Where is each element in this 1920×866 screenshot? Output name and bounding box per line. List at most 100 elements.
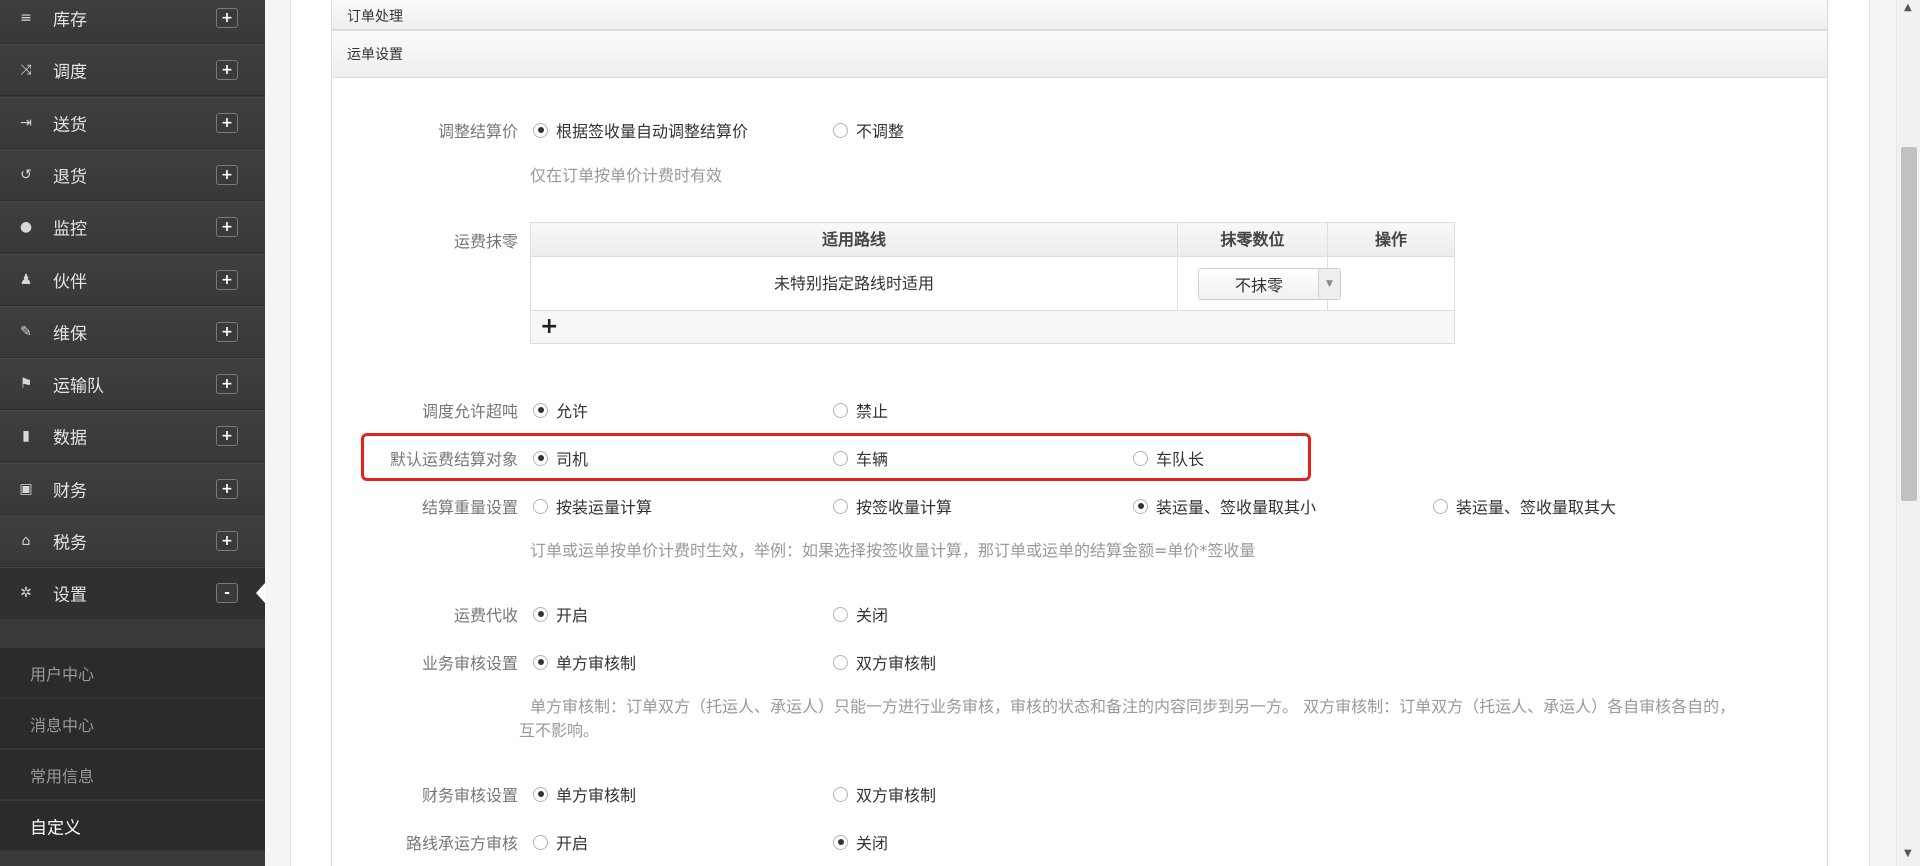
adjust-price-none-radio[interactable]: 不调整 (833, 118, 904, 142)
sidebar: ≡ 库存 + ⤨ 调度 + ⇥ 送货 + ↺ 退货 + ● 监控 + ♟ 伙伴 + ✎ 维保 + ⚑ 运输队 + ▮ 数据 + ▣ 财务… (0, 0, 265, 866)
weight-min-radio[interactable]: 装运量、签收量取其小 (1133, 494, 1316, 518)
sidebar-item-label: 税务 (53, 533, 87, 554)
settle-weight-hint: 订单或运单按单价计费时生效，举例：如果选择按签收量计算，那订单或运单的结算金额=… (530, 541, 1256, 560)
collect-off-radio[interactable]: 关闭 (833, 602, 888, 626)
expand-button[interactable]: + (216, 60, 238, 80)
settle-weight-label: 结算重量设置 (421, 498, 518, 517)
sidebar-item[interactable]: ✎ 维保 + (0, 306, 265, 358)
sidebar-item[interactable]: ● 监控 + (0, 201, 265, 253)
table-cell-route: 未特别指定路线时适用 (531, 257, 1178, 311)
route-carrier-audit-label: 路线承运方审核 (405, 834, 518, 853)
zero-digit-select[interactable]: 不抹零 ▼ (1198, 268, 1341, 300)
scrollbar-thumb[interactable] (1901, 147, 1917, 501)
chevron-down-icon: ▼ (1318, 269, 1340, 299)
section-title: 运单设置 (347, 47, 403, 63)
freight-zero-label: 运费抹零 (453, 232, 518, 251)
adjust-price-hint: 仅在订单按单价计费时有效 (530, 166, 723, 185)
sidebar-item-label: 维保 (53, 324, 87, 345)
sidebar-item[interactable]: ▣ 财务 + (0, 463, 265, 515)
sidebar-item[interactable]: ≡ 库存 + (0, 0, 265, 44)
expand-button[interactable]: + (216, 8, 238, 28)
sidebar-item-label: 监控 (53, 219, 87, 240)
map-marker-icon: ● (19, 219, 33, 235)
overweight-allow-radio[interactable]: 允许 (533, 398, 588, 422)
sidebar-item[interactable]: ⌂ 税务 + (0, 515, 265, 567)
scroll-up-icon[interactable]: ▲ (1904, 2, 1912, 13)
business-audit-label: 业务审核设置 (421, 654, 518, 673)
bank-icon: ⌂ (21, 533, 31, 549)
expand-button[interactable]: + (216, 165, 238, 185)
sidebar-item-label: 调度 (53, 62, 87, 83)
sidebar-item[interactable]: ⚑ 运输队 + (0, 358, 265, 410)
adjust-price-label: 调整结算价 (437, 122, 518, 141)
sidebar-item-label: 退货 (53, 167, 87, 188)
default-settle-target-label: 默认运费结算对象 (389, 450, 518, 469)
user-icon: ♟ (19, 272, 33, 288)
section-header-order-processing[interactable]: 订单处理 (332, 0, 1827, 30)
sidebar-subitem[interactable]: 常用信息 (0, 750, 265, 800)
route-audit-on-radio[interactable]: 开启 (533, 830, 588, 854)
settle-target-driver-radio[interactable]: 司机 (533, 446, 588, 470)
undo-icon: ↺ (20, 167, 32, 183)
sidebar-item[interactable]: ↺ 退货 + (0, 149, 265, 201)
column-header-action: 操作 (1328, 223, 1454, 257)
sidebar-item-label: 送货 (53, 115, 87, 136)
sidebar-item[interactable]: ⤨ 调度 + (0, 44, 265, 96)
wrench-icon: ✎ (20, 324, 32, 340)
weight-max-radio[interactable]: 装运量、签收量取其大 (1433, 494, 1616, 518)
settle-target-captain-radio[interactable]: 车队长 (1133, 446, 1204, 470)
expand-button[interactable]: + (216, 270, 238, 290)
freight-zero-table: 适用路线 抹零数位 操作 未特别指定路线时适用 不抹零 ▼ + (530, 222, 1455, 344)
sidebar-subitem-label: 用户中心 (30, 664, 95, 684)
sidebar-item[interactable]: ▮ 数据 + (0, 410, 265, 462)
table-cell-action (1328, 257, 1454, 311)
finance-audit-label: 财务审核设置 (421, 786, 518, 805)
sidebar-item[interactable]: ⇥ 送货 + (0, 97, 265, 149)
gear-icon: ✲ (20, 585, 32, 601)
column-header-route: 适用路线 (531, 223, 1178, 257)
expand-button[interactable]: + (216, 531, 238, 551)
finance-audit-single-radio[interactable]: 单方审核制 (533, 782, 636, 806)
freight-collect-label: 运费代收 (453, 606, 518, 625)
sidebar-subitem[interactable]: 用户中心 (0, 648, 265, 698)
sidebar-item[interactable]: ♟ 伙伴 + (0, 254, 265, 306)
expand-button[interactable]: + (216, 479, 238, 499)
plus-icon[interactable]: + (540, 313, 558, 341)
sidebar-item-label: 运输队 (53, 376, 104, 397)
layers-icon: ≡ (20, 10, 32, 26)
overweight-forbid-radio[interactable]: 禁止 (833, 398, 888, 422)
business-audit-double-radio[interactable]: 双方审核制 (833, 650, 936, 674)
page-scrollbar[interactable]: ▲ ▼ (1896, 0, 1920, 866)
settle-target-vehicle-radio[interactable]: 车辆 (833, 446, 888, 470)
sidebar-subitem-label: 常用信息 (30, 766, 95, 786)
section-header-waybill-settings[interactable]: 运单设置 (332, 30, 1827, 78)
sidebar-subitem-label: 自定义 (30, 818, 81, 838)
adjust-price-auto-radio[interactable]: 根据签收量自动调整结算价 (533, 118, 748, 142)
route-audit-off-radio[interactable]: 关闭 (833, 830, 888, 854)
collapse-button[interactable]: - (216, 583, 238, 603)
finance-audit-double-radio[interactable]: 双方审核制 (833, 782, 936, 806)
weight-load-radio[interactable]: 按装运量计算 (533, 494, 652, 518)
sidebar-subitem[interactable]: 自定义 (0, 801, 265, 851)
expand-button[interactable]: + (216, 113, 238, 133)
sidebar-item-label: 财务 (53, 481, 87, 502)
dispatch-overweight-label: 调度允许超吨 (421, 402, 518, 421)
shuffle-icon: ⤨ (20, 62, 32, 78)
sidebar-item-label: 数据 (53, 428, 87, 449)
collect-on-radio[interactable]: 开启 (533, 602, 588, 626)
weight-sign-radio[interactable]: 按签收量计算 (833, 494, 952, 518)
business-audit-single-radio[interactable]: 单方审核制 (533, 650, 636, 674)
expand-button[interactable]: + (216, 322, 238, 342)
business-audit-hint-cont: 互不影响。 (519, 721, 600, 740)
sidebar-subitem-label: 消息中心 (30, 715, 95, 735)
sidebar-item-label: 设置 (53, 585, 87, 606)
scroll-down-icon[interactable]: ▼ (1904, 848, 1912, 859)
section-title: 订单处理 (347, 9, 403, 25)
expand-button[interactable]: + (216, 374, 238, 394)
sidebar-subitem[interactable]: 消息中心 (0, 699, 265, 749)
business-audit-hint: 单方审核制：订单双方（托运人、承运人）只能一方进行业务审核，审核的状态和备注的内… (530, 697, 1736, 716)
expand-button[interactable]: + (216, 426, 238, 446)
expand-button[interactable]: + (216, 217, 238, 237)
sidebar-item[interactable]: ✲ 设置 - (0, 567, 265, 619)
briefcase-icon: ▣ (19, 481, 33, 497)
